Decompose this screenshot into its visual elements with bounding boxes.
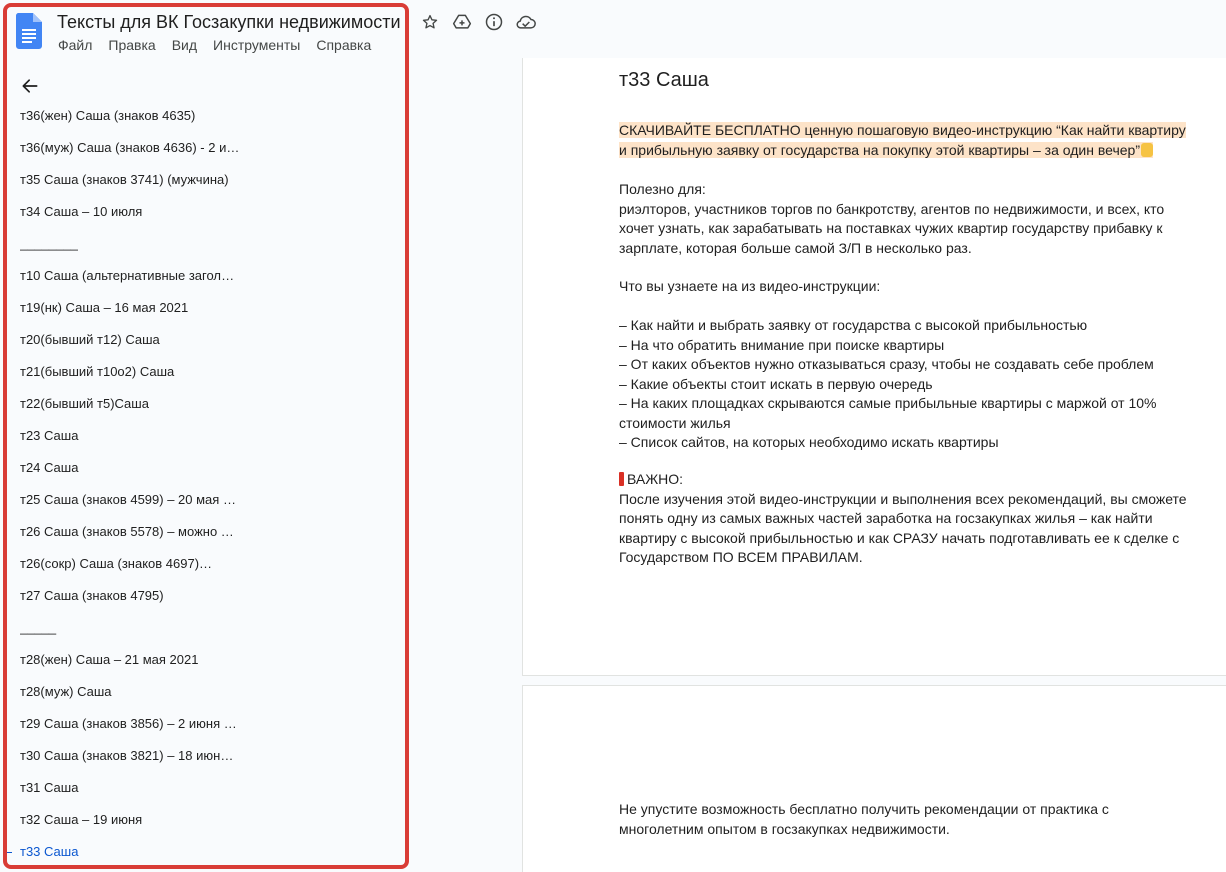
page2-line: многолетним опытом в госзакупках недвижи… xyxy=(619,820,950,837)
outline-item[interactable]: т22(бывший т5)Саша xyxy=(20,396,240,412)
menu-bar: Файл Правка Вид Инструменты Справка xyxy=(58,37,371,53)
pointing-hand-emoji-icon xyxy=(1141,142,1153,157)
useful-for-title: Полезно для: xyxy=(619,181,706,197)
important-line: После изучения этой видео-инструкции и в… xyxy=(619,490,1187,507)
learn-item: – Как найти и выбрать заявку от государс… xyxy=(619,317,1088,333)
cta-line: СКАЧИВАЙТЕ БЕСПЛАТНО ценную пошаговую ви… xyxy=(619,122,1186,138)
outline-item[interactable]: т10 Саша (альтернативные заголовки) xyxy=(20,268,240,284)
top-bar: Тексты для ВК Госзакупки недвижимости Фа… xyxy=(0,0,1226,58)
document-title[interactable]: Тексты для ВК Госзакупки недвижимости xyxy=(57,12,401,33)
outline-item[interactable]: ________ xyxy=(20,236,240,252)
outline-item[interactable]: т31 Саша xyxy=(20,780,240,796)
outline-item[interactable]: т21(бывший т10о2) Саша xyxy=(20,364,240,380)
outline-item[interactable]: т23 Саша xyxy=(20,428,240,444)
menu-tools[interactable]: Инструменты xyxy=(213,37,300,53)
outline-item[interactable]: т35 Саша (знаков 3741) (мужчина) xyxy=(20,172,240,188)
document-page[interactable]: Не упустите возможность бесплатно получи… xyxy=(522,685,1226,872)
learn-item: – Какие объекты стоит искать в первую оч… xyxy=(619,375,933,392)
outline-item[interactable]: т34 Саша – 10 июля xyxy=(20,204,240,220)
cta-paragraph: СКАЧИВАЙТЕ БЕСПЛАТНО ценную пошаговую ви… xyxy=(619,121,1219,160)
learn-item: – На каких площадках скрываются самые пр… xyxy=(619,395,1157,411)
learn-title: Что вы узнаете на из видео-инструкции: xyxy=(619,278,881,294)
learn-item: – Список сайтов, на которых необходимо и… xyxy=(619,434,999,450)
important-line: Государством ПО ВСЕМ ПРАВИЛАМ. xyxy=(619,549,863,565)
outline-item[interactable]: т36(жен) Саша (знаков 4635) xyxy=(20,108,240,124)
menu-edit[interactable]: Правка xyxy=(108,37,155,53)
active-outline-marker xyxy=(6,852,12,853)
document-heading: т33 Саша xyxy=(619,69,709,91)
outline-item[interactable]: т19(нк) Саша – 16 мая 2021 xyxy=(20,300,240,316)
useful-for-line: зарплате, которая больше самой З/П в нес… xyxy=(619,239,972,256)
important-title: ВАЖНО: xyxy=(627,471,684,487)
document-page[interactable]: т33 Саша СКАЧИВАЙТЕ БЕСПЛАТНО ценную пош… xyxy=(522,58,1226,676)
outline-item[interactable]: т28(жен) Саша – 21 мая 2021 xyxy=(20,652,240,668)
info-icon[interactable] xyxy=(482,10,506,34)
arrow-back-icon[interactable] xyxy=(18,74,42,98)
outline-item[interactable]: т27 Саша (знаков 4795) xyxy=(20,588,240,604)
docs-logo-icon[interactable] xyxy=(16,13,42,49)
learn-paragraph: Что вы узнаете на из видео-инструкции: –… xyxy=(619,277,1219,453)
important-paragraph: ВАЖНО: После изучения этой видео-инструк… xyxy=(619,470,1219,568)
page2-paragraph: Не упустите возможность бесплатно получи… xyxy=(619,800,1219,839)
outline-item[interactable]: т26(сокр) Саша (знаков 4697)… xyxy=(20,556,240,572)
outline-item[interactable]: т26 Саша (знаков 5578) – можно для всех xyxy=(20,524,240,540)
outline-item[interactable]: _____ xyxy=(20,620,240,636)
outline-item[interactable]: т24 Саша xyxy=(20,460,240,476)
menu-file[interactable]: Файл xyxy=(58,37,92,53)
document-outline-panel: т36(жен) Саша (знаков 4635) т36(муж) Саша… xyxy=(0,58,408,872)
document-canvas: т33 Саша СКАЧИВАЙТЕ БЕСПЛАТНО ценную пош… xyxy=(408,58,1226,872)
cta-line: и прибыльную заявку от государства на по… xyxy=(619,141,1140,158)
outline-item[interactable]: т29 Саша (знаков 3856) – 2 июня 2021 xyxy=(20,716,240,732)
important-line: квартиру с высокой прибыльностью и как С… xyxy=(619,529,1180,546)
exclamation-emoji-icon xyxy=(619,472,624,486)
learn-item: – От каких объектов нужно отказываться с… xyxy=(619,356,1154,372)
menu-help[interactable]: Справка xyxy=(316,37,371,53)
outline-item[interactable]: т20(бывший т12) Саша xyxy=(20,332,240,348)
cloud-status-icon[interactable] xyxy=(514,10,538,34)
outline-item[interactable]: т30 Саша (знаков 3821) – 18 июня 2021 xyxy=(20,748,240,764)
learn-item: – На что обратить внимание при поиске кв… xyxy=(619,336,945,353)
menu-view[interactable]: Вид xyxy=(172,37,197,53)
learn-item: стоимости жилья xyxy=(619,414,731,431)
useful-for-line: хочет узнать, как зарабатывать на постав… xyxy=(619,220,1163,236)
useful-for-paragraph: Полезно для: риэлторов, участников торго… xyxy=(619,180,1219,258)
outline-item[interactable]: т33 Саша xyxy=(20,844,240,860)
page2-line: Не упустите возможность бесплатно получи… xyxy=(619,801,1109,817)
star-icon[interactable] xyxy=(418,10,442,34)
outline-item[interactable]: т32 Саша – 19 июня xyxy=(20,812,240,828)
move-to-drive-icon[interactable] xyxy=(450,10,474,34)
outline-item[interactable]: т28(муж) Саша xyxy=(20,684,240,700)
outline-item[interactable]: т36(муж) Саша (знаков 4636) - 2 июля 202… xyxy=(20,140,240,156)
important-line: понять одну из самых важных частей зараб… xyxy=(619,510,1153,526)
outline-item[interactable]: т25 Саша (знаков 4599) – 20 мая 2021 xyxy=(20,492,240,508)
useful-for-line: риэлторов, участников торгов по банкротс… xyxy=(619,200,1165,217)
